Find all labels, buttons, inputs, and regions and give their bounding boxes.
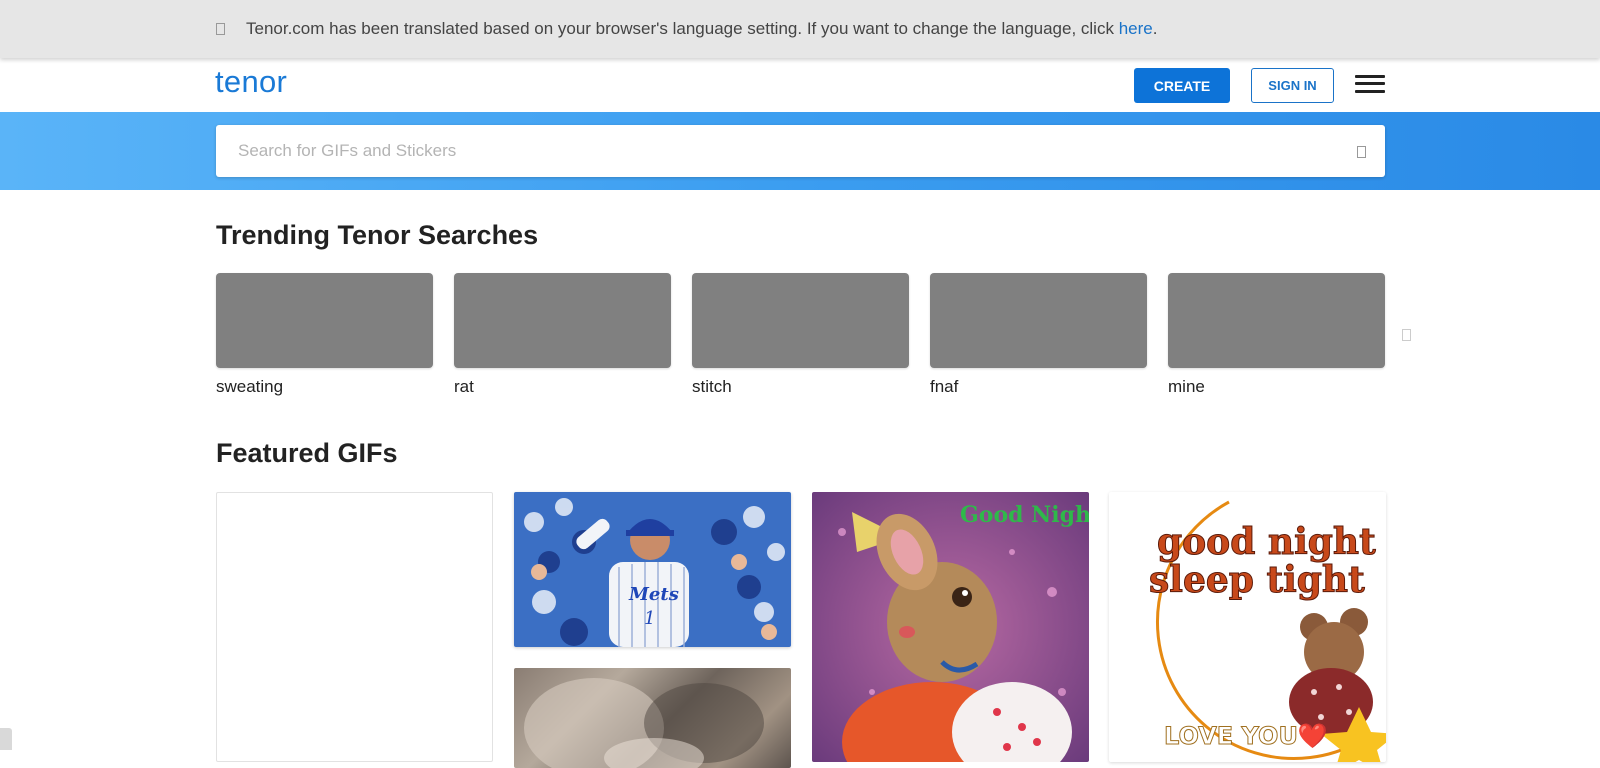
gif-card-cat[interactable]: [514, 668, 791, 768]
trending-item-label: stitch: [692, 377, 732, 396]
trending-item-label: fnaf: [930, 377, 959, 396]
good-night-mouse-image: Good Night: [812, 492, 1089, 762]
translation-message-text: Tenor.com has been translated based on y…: [246, 19, 1119, 38]
search-input[interactable]: [216, 125, 1336, 177]
trending-thumbnail: [692, 273, 909, 368]
site-header: tenor CREATE SIGN IN: [0, 58, 1600, 112]
trending-thumbnail: [454, 273, 671, 368]
gif-card-blank[interactable]: [216, 492, 493, 762]
svg-text:Mets: Mets: [628, 584, 679, 605]
good-night-teddy-image: good night sleep tight LOVE YOU❤️: [1149, 500, 1386, 762]
trending-item-label: mine: [1168, 377, 1205, 396]
tenor-logo[interactable]: tenor: [215, 64, 287, 100]
create-button[interactable]: CREATE: [1134, 68, 1230, 103]
cat-closeup-image: [524, 678, 764, 768]
trending-item-mine[interactable]: mine: [1168, 273, 1385, 397]
trending-item-sweating[interactable]: sweating: [216, 273, 433, 397]
gif-card-good-night-teddy[interactable]: good night sleep tight LOVE YOU❤️: [1109, 492, 1386, 762]
translation-message-suffix: .: [1152, 19, 1158, 38]
trending-thumbnail: [1168, 273, 1385, 368]
trending-section-title: Trending Tenor Searches: [216, 220, 539, 250]
trending-item-label: sweating: [216, 377, 284, 396]
hamburger-menu-icon[interactable]: [1355, 73, 1385, 95]
translation-banner: Tenor.com has been translated based on y…: [0, 0, 1600, 58]
featured-section-title: Featured GIFs: [216, 438, 398, 468]
gif-card-mets[interactable]: Mets 1: [514, 492, 791, 647]
trending-item-rat[interactable]: rat: [454, 273, 671, 397]
trending-thumbnail: [216, 273, 433, 368]
change-language-link[interactable]: here: [1119, 19, 1153, 38]
gif-overlay-footer: LOVE YOU❤️: [1164, 722, 1328, 750]
gif-overlay-text: Good Night: [960, 502, 1089, 528]
mets-player-image: Mets 1: [514, 492, 791, 647]
trending-thumbnail: [930, 273, 1147, 368]
sign-in-button[interactable]: SIGN IN: [1251, 68, 1334, 103]
gif-card-good-night-mouse[interactable]: Good Night: [812, 492, 1089, 762]
trending-item-stitch[interactable]: stitch: [692, 273, 909, 397]
translate-icon: [216, 23, 225, 35]
search-band: [0, 112, 1600, 190]
translation-message: Tenor.com has been translated based on y…: [246, 19, 1157, 39]
scrollbar-handle[interactable]: [0, 728, 12, 750]
gif-overlay-line1: good night: [1157, 521, 1376, 563]
trending-item-label: rat: [454, 377, 474, 396]
gif-overlay-line2: sleep tight: [1149, 559, 1365, 601]
search-box: [216, 125, 1385, 177]
svg-text:1: 1: [644, 608, 655, 629]
chevron-right-icon[interactable]: [1402, 329, 1411, 341]
search-icon[interactable]: [1357, 146, 1366, 158]
trending-item-fnaf[interactable]: fnaf: [930, 273, 1147, 397]
